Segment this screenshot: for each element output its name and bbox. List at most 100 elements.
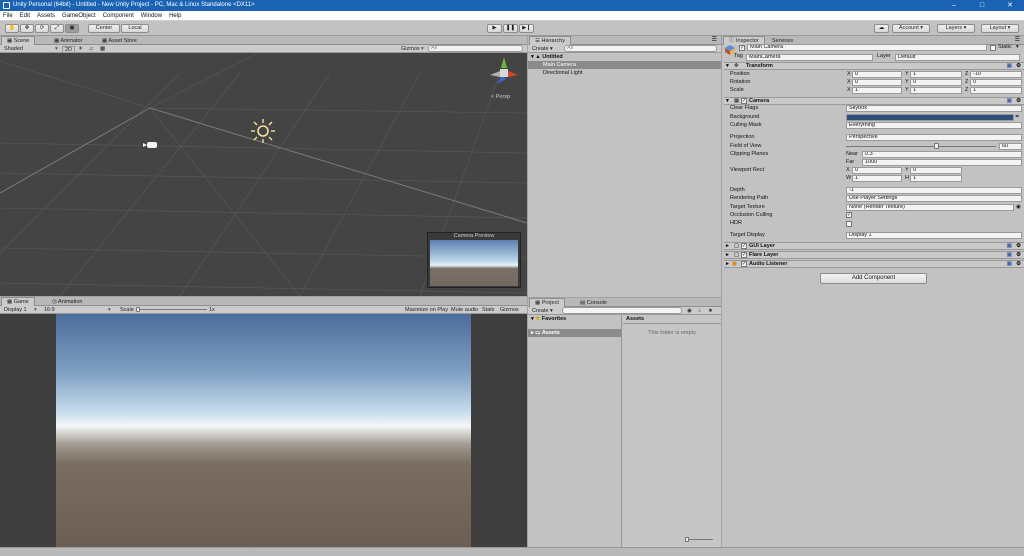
help-book-icon[interactable]: ▣ [1007,252,1012,259]
hierarchy-search-input[interactable]: All [564,45,717,52]
hierarchy-item-main-camera[interactable]: Main Camera [528,61,721,69]
star-filter-icon[interactable]: ★ [708,307,713,315]
step-button[interactable]: ▶❙ [519,24,534,33]
pause-button[interactable]: ❚❚ [503,24,518,33]
hdr-checkbox[interactable] [846,221,852,227]
icon-size-slider-handle[interactable] [685,537,689,542]
menu-edit[interactable]: Edit [20,13,30,19]
projection-dropdown[interactable]: Perspective [846,134,1022,141]
viewport-x-field[interactable]: 0 [852,167,902,174]
camera-enabled-checkbox[interactable]: ✓ [741,98,747,104]
hierarchy-create-dropdown[interactable]: Create ▾ [532,45,553,53]
viewport-w-field[interactable]: 1 [852,175,902,182]
component-settings-icon[interactable]: ⚙ [1016,98,1021,105]
camera-gizmo-icon[interactable] [143,140,159,150]
position-x-field[interactable]: 0 [852,71,902,78]
rotate-tool-icon[interactable]: ⟳ [35,24,49,33]
depth-field[interactable]: -1 [846,187,1022,194]
viewport-h-field[interactable]: 1 [910,175,962,182]
tab-hierarchy[interactable]: ☰ Hierarchy [529,36,572,45]
target-display-dropdown[interactable]: Display 1 [846,232,1022,239]
static-checkbox[interactable] [990,45,996,51]
display-dropdown[interactable]: Display 1 [4,306,27,314]
add-component-button[interactable]: Add Component [820,273,927,284]
game-viewport[interactable] [0,314,527,547]
scale-slider[interactable] [137,309,207,310]
orientation-gizmo-icon[interactable] [485,54,523,90]
gui-layer-header[interactable]: ▸ ▢ ✓ GUI Layer ▣ ⚙ [724,242,1024,250]
project-search-input[interactable] [562,307,682,314]
tag-dropdown[interactable]: MainCamera [746,54,873,61]
directional-light-icon[interactable] [250,118,276,144]
layer-dropdown[interactable]: Default [895,54,1020,61]
component-settings-icon[interactable]: ⚙ [1016,261,1021,268]
static-arrow-icon[interactable]: ▾ [1016,44,1019,51]
pivot-local-button[interactable]: Local [121,24,149,33]
scene-search-input[interactable]: All [428,45,523,52]
pivot-center-button[interactable]: Center [88,24,120,33]
lighting-toggle-icon[interactable]: ☀ [78,45,83,53]
layers-dropdown[interactable]: Layers ▾ [937,24,975,33]
menu-file[interactable]: File [3,13,13,19]
clear-flags-dropdown[interactable]: Skybox [846,105,1022,112]
project-create-dropdown[interactable]: Create ▾ [532,307,553,315]
camera-component-header[interactable]: ▾ ▣ ✓ Camera ▣ ⚙ [724,97,1024,105]
tab-console[interactable]: ▤ Console [574,298,613,307]
position-z-field[interactable]: -10 [970,71,1022,78]
component-settings-icon[interactable]: ⚙ [1016,63,1021,70]
gameobject-name-field[interactable]: Main Camera [747,44,987,51]
help-book-icon[interactable]: ▣ [1007,63,1012,70]
maximize-on-play-toggle[interactable]: Maximize on Play [405,306,448,314]
target-texture-field[interactable]: None (Render Texture) [846,204,1014,211]
tab-project[interactable]: ▦ Project [529,298,565,307]
flare-layer-checkbox[interactable]: ✓ [741,252,747,258]
transform-header[interactable]: ▾ ✥ Transform ▣ ⚙ [724,62,1024,70]
panel-menu-icon[interactable]: ☰ [712,36,717,45]
viewport-y-field[interactable]: 0 [910,167,962,174]
background-color-field[interactable] [846,114,1014,121]
menu-assets[interactable]: Assets [37,13,55,19]
near-field[interactable]: 0.3 [862,151,1022,158]
tab-animation[interactable]: ◷ Animation [46,297,89,306]
audio-listener-checkbox[interactable]: ✓ [741,261,747,267]
help-book-icon[interactable]: ▣ [1007,261,1012,268]
hand-tool-icon[interactable]: ✋ [5,24,19,33]
rotation-x-field[interactable]: 0 [852,79,902,86]
occlusion-culling-checkbox[interactable]: ✓ [846,212,852,218]
culling-mask-dropdown[interactable]: Everything [846,122,1022,129]
scale-x-field[interactable]: 1 [852,87,902,94]
filter-type-icon[interactable]: ◉ [687,307,692,315]
flare-layer-header[interactable]: ▸ ▢ ✓ Flare Layer ▣ ⚙ [724,251,1024,259]
favorites-item[interactable]: ▾ ★ Favorites [528,315,621,323]
mute-audio-toggle[interactable]: Mute audio [451,306,478,314]
layout-dropdown[interactable]: Layout ▾ [981,24,1019,33]
hierarchy-item-directional-light[interactable]: Directional Light [528,69,721,77]
position-y-field[interactable]: 1 [910,71,962,78]
assets-folder-item[interactable]: ▸ ▭ Assets [528,329,621,337]
tab-asset-store[interactable]: ▦ Asset Store [96,36,143,45]
shading-mode-dropdown[interactable]: Shaded [4,45,23,53]
rotation-y-field[interactable]: 0 [910,79,962,86]
menu-component[interactable]: Component [103,13,134,19]
audio-listener-header[interactable]: ▸ ◉ ✓ Audio Listener ▣ ⚙ [724,260,1024,268]
scale-tool-icon[interactable]: ⤢ [50,24,64,33]
menu-help[interactable]: Help [169,13,181,19]
menu-gameobject[interactable]: GameObject [62,13,96,19]
gameobject-active-checkbox[interactable]: ✓ [739,45,745,51]
aspect-dropdown[interactable]: 16:9 [44,306,55,314]
help-book-icon[interactable]: ▣ [1007,98,1012,105]
scale-slider-handle[interactable] [136,307,140,312]
fov-slider[interactable] [846,146,996,147]
scene-gizmos-dropdown[interactable]: Gizmos [401,45,420,53]
icon-size-slider[interactable] [685,539,713,540]
tab-animator[interactable]: ▦ Animator [48,36,88,45]
component-settings-icon[interactable]: ⚙ [1016,243,1021,250]
close-button[interactable]: ✕ [996,0,1024,11]
cloud-icon[interactable]: ☁ [874,24,889,33]
account-dropdown[interactable]: Account ▾ [892,24,930,33]
perspective-label[interactable]: < Persp [491,94,510,100]
eyedropper-icon[interactable]: ✒ [1015,114,1020,121]
scale-y-field[interactable]: 1 [910,87,962,94]
fov-value-field[interactable]: 60 [999,143,1022,150]
filter-label-icon[interactable]: ♤ [697,307,702,315]
